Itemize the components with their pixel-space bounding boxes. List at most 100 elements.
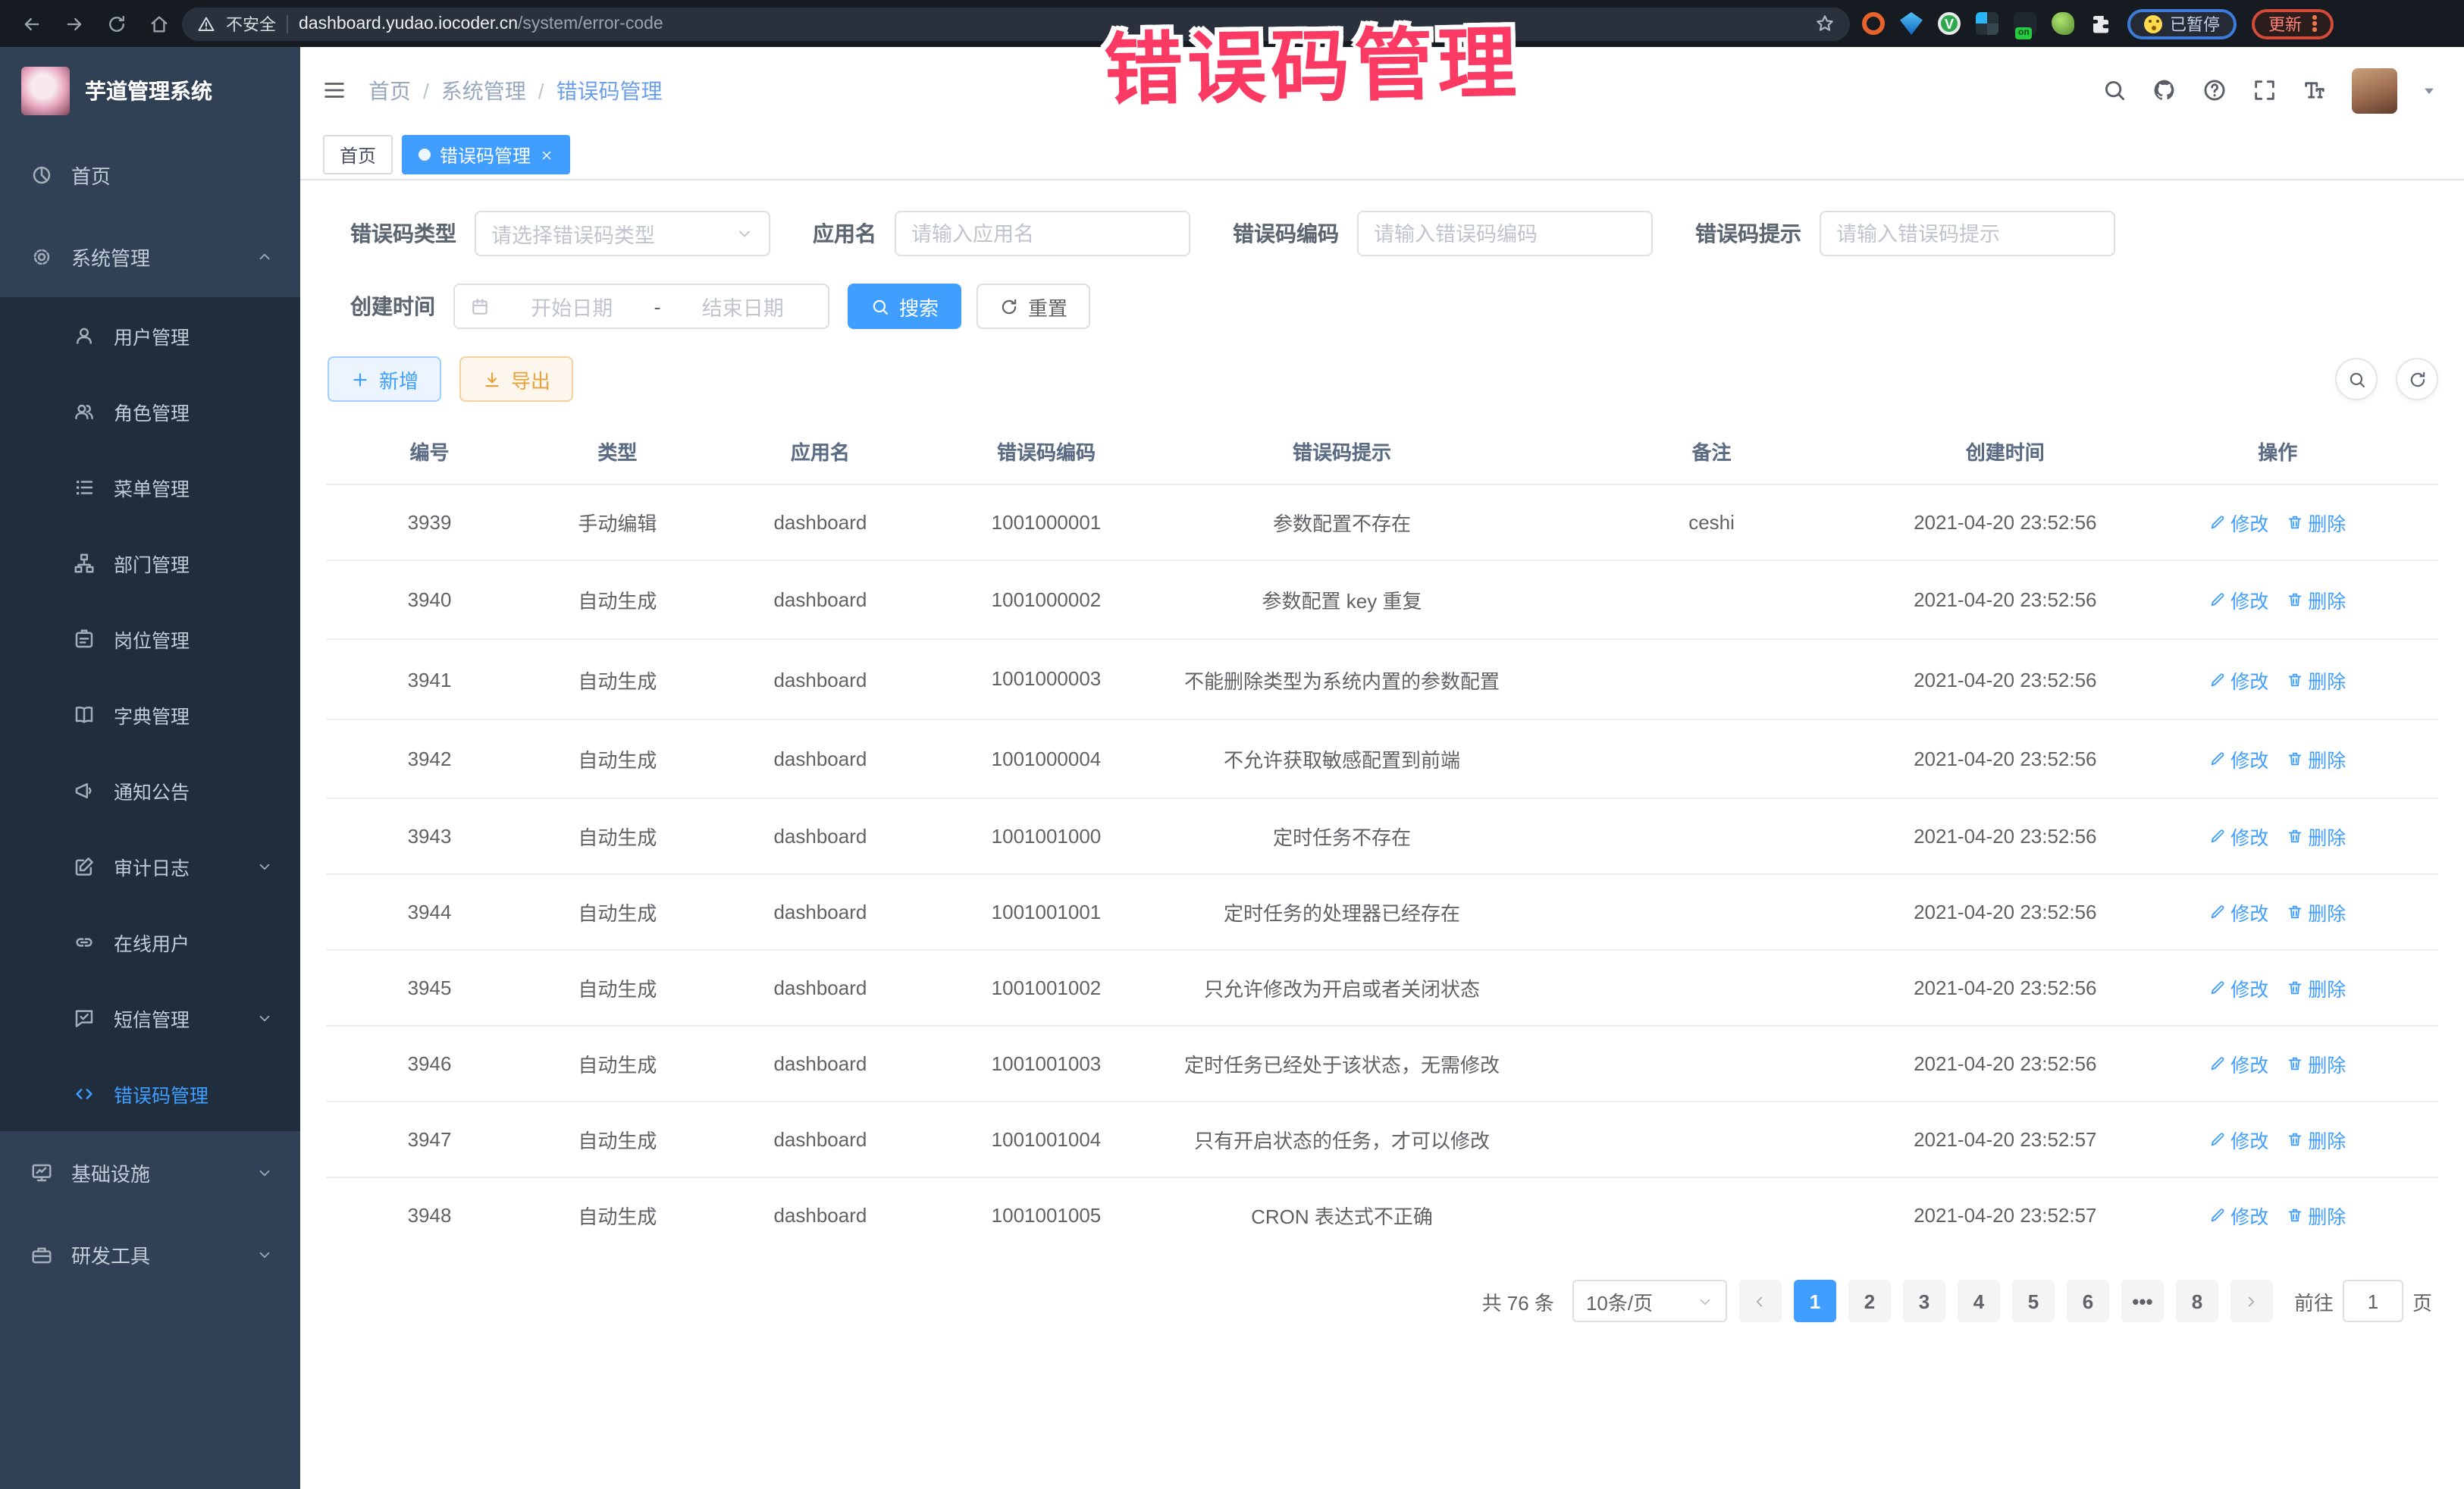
sidebar-item-dict-mgmt[interactable]: 字典管理 <box>0 676 300 752</box>
delete-link[interactable]: 删除 <box>2287 508 2346 537</box>
sidebar-item-system[interactable]: 系统管理 <box>0 215 300 297</box>
edit-link[interactable]: 修改 <box>2209 1202 2268 1230</box>
edit-link[interactable]: 修改 <box>2209 744 2268 773</box>
tab-首页[interactable]: 首页 <box>323 135 393 174</box>
search-icon[interactable] <box>2102 77 2127 103</box>
prev-page-button[interactable] <box>1739 1281 1782 1323</box>
edit-link[interactable]: 修改 <box>2209 585 2268 614</box>
delete-link[interactable]: 删除 <box>2287 823 2346 851</box>
avatar[interactable] <box>2352 67 2397 113</box>
extensions-puzzle-icon[interactable] <box>2089 12 2112 35</box>
fullscreen-icon[interactable] <box>2252 77 2277 103</box>
edit-link[interactable]: 修改 <box>2209 974 2268 1003</box>
blue-gem-extension-icon[interactable] <box>1900 12 1923 35</box>
reset-button[interactable]: 重置 <box>977 284 1090 329</box>
edit-link[interactable]: 修改 <box>2209 898 2268 927</box>
edit-label: 修改 <box>2230 1050 2268 1079</box>
date-range-picker[interactable]: 开始日期 - 结束日期 <box>453 284 829 329</box>
home-icon[interactable] <box>149 13 170 34</box>
sidebar-item-audit-log[interactable]: 审计日志 <box>0 828 300 904</box>
delete-link[interactable]: 删除 <box>2287 1126 2346 1155</box>
url-text: dashboard.yudao.iocoder.cn/system/error-… <box>299 14 663 33</box>
collapse-menu-icon[interactable] <box>321 77 347 103</box>
page-button-8[interactable]: 8 <box>2176 1281 2218 1323</box>
vpn-extension-icon[interactable]: on <box>2014 12 2036 35</box>
goto-page-input[interactable] <box>2343 1281 2403 1323</box>
edit-link[interactable]: 修改 <box>2209 508 2268 537</box>
error-type-select[interactable]: 请选择错误码类型 <box>475 211 770 256</box>
edit-label: 修改 <box>2230 823 2268 851</box>
edit-link[interactable]: 修改 <box>2209 1126 2268 1155</box>
sidebar-item-home[interactable]: 首页 <box>0 133 300 215</box>
sidebar-item-role-mgmt[interactable]: 角色管理 <box>0 373 300 449</box>
edit-link[interactable]: 修改 <box>2209 665 2268 694</box>
browser-update-button[interactable]: 更新 <box>2252 8 2333 39</box>
blue-grid-extension-icon[interactable] <box>1976 12 1998 35</box>
app-title: 芋道管理系统 <box>85 75 212 105</box>
delete-link[interactable]: 删除 <box>2287 1202 2346 1230</box>
breadcrumb-item[interactable]: 系统管理 <box>441 75 526 105</box>
tab-active错误码管理[interactable]: 错误码管理 <box>402 135 570 174</box>
next-page-button[interactable] <box>2230 1281 2273 1323</box>
edit-link[interactable]: 修改 <box>2209 1050 2268 1079</box>
font-size-icon[interactable] <box>2302 77 2328 103</box>
page-button-5[interactable]: 5 <box>2012 1281 2055 1323</box>
row-type: 自动生成 <box>533 875 702 951</box>
table-header-row: 编号类型应用名错误码编码错误码提示备注创建时间操作 <box>326 423 2438 484</box>
page-button-6[interactable]: 6 <box>2067 1281 2109 1323</box>
page-button-3[interactable]: 3 <box>1903 1281 1945 1323</box>
app-name-input[interactable] <box>911 222 1174 245</box>
search-button[interactable]: 搜索 <box>848 284 961 329</box>
back-icon[interactable] <box>21 13 42 34</box>
delete-link[interactable]: 删除 <box>2287 585 2346 614</box>
page-button-2[interactable]: 2 <box>1848 1281 1891 1323</box>
page-button-4[interactable]: 4 <box>1958 1281 2000 1323</box>
delete-link[interactable]: 删除 <box>2287 744 2346 773</box>
app-logo-row[interactable]: 芋道管理系统 <box>0 47 300 133</box>
row-create-time: 2021-04-20 23:52:56 <box>1893 1027 2117 1102</box>
breadcrumb-item[interactable]: 首页 <box>368 75 411 105</box>
help-icon[interactable] <box>2202 77 2227 103</box>
sidebar-item-error-code[interactable]: 错误码管理 <box>0 1055 300 1131</box>
show-search-toggle-button[interactable] <box>2335 358 2378 400</box>
screen: 不安全 dashboard.yudao.iocoder.cn/system/er… <box>0 0 2464 1489</box>
bookmark-star-icon[interactable] <box>1815 14 1835 33</box>
sidebar-item-user-mgmt[interactable]: 用户管理 <box>0 297 300 373</box>
sidebar-item-menu-mgmt[interactable]: 菜单管理 <box>0 449 300 525</box>
delete-link[interactable]: 删除 <box>2287 898 2346 927</box>
edit-pen-icon <box>2209 751 2226 767</box>
reload-icon[interactable] <box>106 13 127 34</box>
sidebar-item-infra[interactable]: 基础设施 <box>0 1131 300 1213</box>
sidebar-item-sms-mgmt[interactable]: 短信管理 <box>0 980 300 1055</box>
paused-profile-chip[interactable]: 已暂停 <box>2127 8 2237 39</box>
delete-link[interactable]: 删除 <box>2287 974 2346 1003</box>
sidebar-item-dev-tools[interactable]: 研发工具 <box>0 1213 300 1295</box>
orange-ring-extension-icon[interactable] <box>1862 12 1885 35</box>
page-button-1[interactable]: 1 <box>1794 1281 1836 1323</box>
green-sprite-extension-icon[interactable] <box>2052 12 2074 35</box>
address-bar[interactable]: 不安全 dashboard.yudao.iocoder.cn/system/er… <box>182 7 1850 40</box>
export-button[interactable]: 导出 <box>459 356 573 402</box>
error-code-input[interactable] <box>1374 222 1636 245</box>
browser-menu-icon[interactable] <box>2312 16 2316 32</box>
edit-link[interactable]: 修改 <box>2209 823 2268 851</box>
delete-link[interactable]: 删除 <box>2287 665 2346 694</box>
add-button[interactable]: 新增 <box>328 356 441 402</box>
sidebar-item-dept-mgmt[interactable]: 部门管理 <box>0 525 300 600</box>
green-check-extension-icon[interactable]: V <box>1938 12 1961 35</box>
delete-link[interactable]: 删除 <box>2287 1050 2346 1079</box>
sidebar-item-online-user[interactable]: 在线用户 <box>0 904 300 980</box>
github-icon[interactable] <box>2152 77 2177 103</box>
row-create-time: 2021-04-20 23:52:56 <box>1893 799 2117 875</box>
more-pages-button[interactable]: ••• <box>2121 1281 2164 1323</box>
chevron-right-icon <box>2243 1293 2260 1310</box>
refresh-table-button[interactable] <box>2396 358 2438 400</box>
emoji-face-icon <box>2144 14 2162 33</box>
error-hint-input[interactable] <box>1836 222 2099 245</box>
page-size-select[interactable]: 10条/页 <box>1572 1281 1727 1323</box>
sidebar-item-notice[interactable]: 通知公告 <box>0 752 300 828</box>
error-type-label: 错误码类型 <box>350 218 456 249</box>
forward-icon[interactable] <box>64 13 85 34</box>
user-menu-caret-icon[interactable] <box>2422 83 2437 98</box>
sidebar-item-post-mgmt[interactable]: 岗位管理 <box>0 600 300 676</box>
